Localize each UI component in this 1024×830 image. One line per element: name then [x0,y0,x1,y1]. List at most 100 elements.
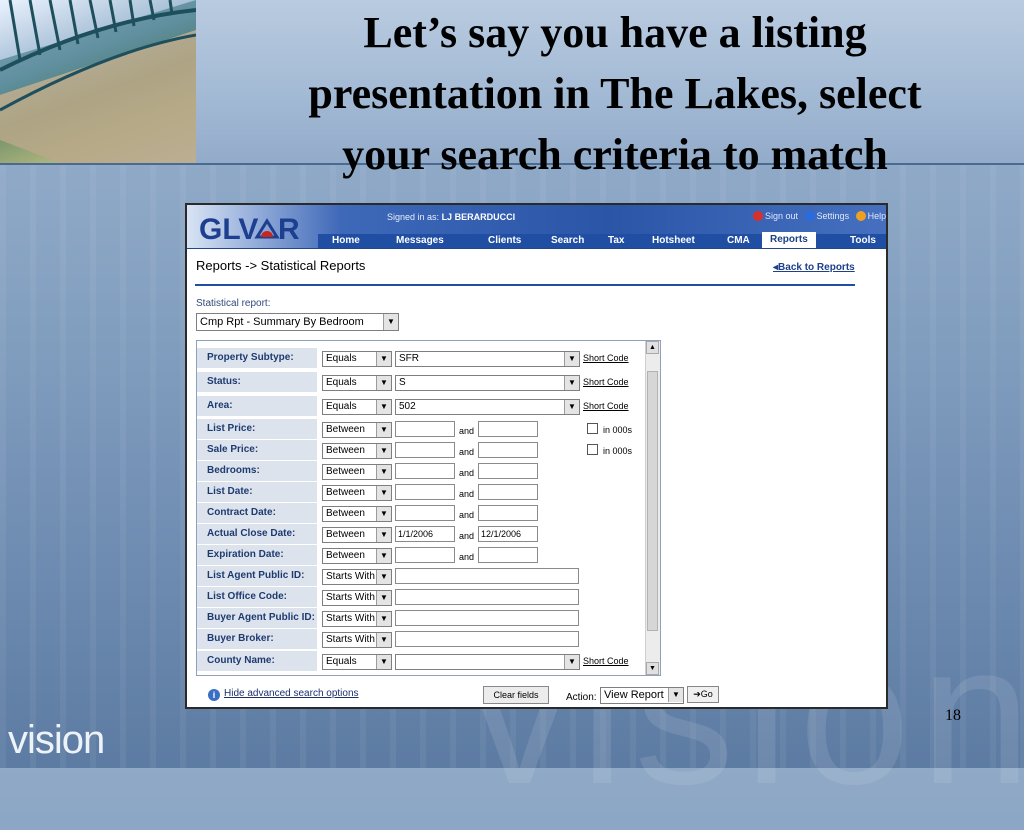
value-select[interactable]: S ▼ [395,375,580,391]
operator-value: Starts With [326,613,375,624]
operator-select[interactable]: Between ▼ [322,527,392,543]
chevron-down-icon: ▼ [564,655,579,669]
tab-tools[interactable]: Tools [850,235,876,246]
operator-select[interactable]: Equals ▼ [322,351,392,367]
value-select[interactable]: SFR ▼ [395,351,580,367]
to-input[interactable] [478,421,538,437]
to-input[interactable] [478,463,538,479]
operator-select[interactable]: Starts With ▼ [322,611,392,627]
short-code-link[interactable]: Short Code [583,353,629,363]
sign-out-icon [753,211,763,221]
svg-text:R: R [278,213,300,246]
from-input[interactable] [395,442,455,458]
action-value: View Report [604,689,664,701]
chevron-down-icon: ▼ [376,423,391,437]
operator-select[interactable]: Starts With ▼ [322,632,392,648]
settings-link[interactable]: Settings [817,211,850,221]
operator-select[interactable]: Between ▼ [322,443,392,459]
from-input[interactable] [395,421,455,437]
operator-value: Starts With [326,571,375,582]
tab-tax[interactable]: Tax [608,235,625,246]
to-input[interactable] [478,505,538,521]
from-input[interactable]: 1/1/2006 [395,526,455,542]
operator-select[interactable]: Equals ▼ [322,375,392,391]
operator-value: Between [326,487,365,498]
tab-clients[interactable]: Clients [488,235,521,246]
scroll-thumb[interactable] [647,371,658,631]
operator-select[interactable]: Starts With ▼ [322,569,392,585]
signed-in-text: Signed in as: LJ BERARDUCCI [387,212,515,222]
from-input[interactable] [395,463,455,479]
action-select[interactable]: View Report ▼ [600,687,684,704]
chevron-down-icon: ▼ [668,688,683,702]
in-000s-checkbox[interactable]: in 000s [587,444,632,456]
back-to-reports-link[interactable]: ◂Back to Reports [773,262,855,273]
from-input[interactable] [395,505,455,521]
chevron-down-icon: ▼ [376,612,391,626]
chevron-down-icon: ▼ [376,352,391,366]
criteria-label: Status: [197,372,317,392]
to-input[interactable] [478,484,538,500]
tab-messages[interactable]: Messages [396,235,444,246]
operator-value: Between [326,550,365,561]
in-000s-checkbox[interactable]: in 000s [587,423,632,435]
criteria-label: List Price: [197,419,317,439]
operator-select[interactable]: Equals ▼ [322,399,392,415]
operator-select[interactable]: Equals ▼ [322,654,392,670]
value-select[interactable]: ▼ [395,654,580,670]
criteria-row-property-subtype: Property Subtype: Equals ▼ SFR ▼ Short Cod… [197,348,645,369]
chevron-down-icon: ▼ [376,376,391,390]
operator-select[interactable]: Between ▼ [322,464,392,480]
checkbox-label: in 000s [603,446,633,456]
operator-select[interactable]: Between ▼ [322,548,392,564]
operator-select[interactable]: Between ▼ [322,422,392,438]
from-input[interactable] [395,484,455,500]
checkbox-icon [587,444,598,455]
value-select[interactable]: 502 ▼ [395,399,580,415]
to-input[interactable] [478,442,538,458]
and-label: and [459,426,475,436]
statistical-report-select[interactable]: Cmp Rpt - Summary By Bedroom ▼ [196,313,399,331]
value-input[interactable] [395,568,579,584]
tab-cma[interactable]: CMA [727,235,750,246]
to-input[interactable] [478,547,538,563]
scroll-up-icon[interactable]: ▲ [646,341,659,354]
short-code-link[interactable]: Short Code [583,377,629,387]
operator-value: Between [326,508,365,519]
operator-value: Between [326,424,365,435]
from-input[interactable] [395,547,455,563]
operator-value: Equals [326,353,357,364]
criteria-row-bedrooms: Bedrooms: Between ▼ and [197,461,645,482]
checkbox-icon [587,423,598,434]
operator-select[interactable]: Between ▼ [322,506,392,522]
short-code-link[interactable]: Short Code [583,401,629,411]
criteria-panel: ▲ ▼ Property Subtype: Equals ▼ SFR ▼ Short… [196,340,661,676]
criteria-scrollbar[interactable]: ▲ ▼ [645,341,660,675]
operator-value: Equals [326,401,357,412]
checkbox-label: in 000s [603,425,633,435]
operator-select[interactable]: Between ▼ [322,485,392,501]
chevron-down-icon: ▼ [564,400,579,414]
value-input[interactable] [395,589,579,605]
go-button[interactable]: ➔Go [687,686,719,703]
scroll-down-icon[interactable]: ▼ [646,662,659,675]
signed-in-user: LJ BERARDUCCI [441,212,516,222]
sign-out-link[interactable]: Sign out [765,211,798,221]
short-code-link[interactable]: Short Code [583,656,629,666]
and-label: and [459,447,475,457]
criteria-label: Property Subtype: [197,348,317,368]
chevron-down-icon: ▼ [376,633,391,647]
tab-hotsheet[interactable]: Hotsheet [652,235,695,246]
help-link[interactable]: Help [868,211,886,221]
tab-home[interactable]: Home [332,235,360,246]
clear-fields-button[interactable]: Clear fields [483,686,549,704]
to-input[interactable]: 12/1/2006 [478,526,538,542]
breadcrumb: Reports -> Statistical Reports [196,258,366,273]
value-input[interactable] [395,610,579,626]
operator-select[interactable]: Starts With ▼ [322,590,392,606]
tab-search[interactable]: Search [551,235,584,246]
hide-advanced-search-link[interactable]: Hide advanced search options [224,688,359,699]
criteria-row-list-agent-public-id: List Agent Public ID: Starts With ▼ [197,566,645,587]
value-input[interactable] [395,631,579,647]
help-icon [855,211,866,221]
